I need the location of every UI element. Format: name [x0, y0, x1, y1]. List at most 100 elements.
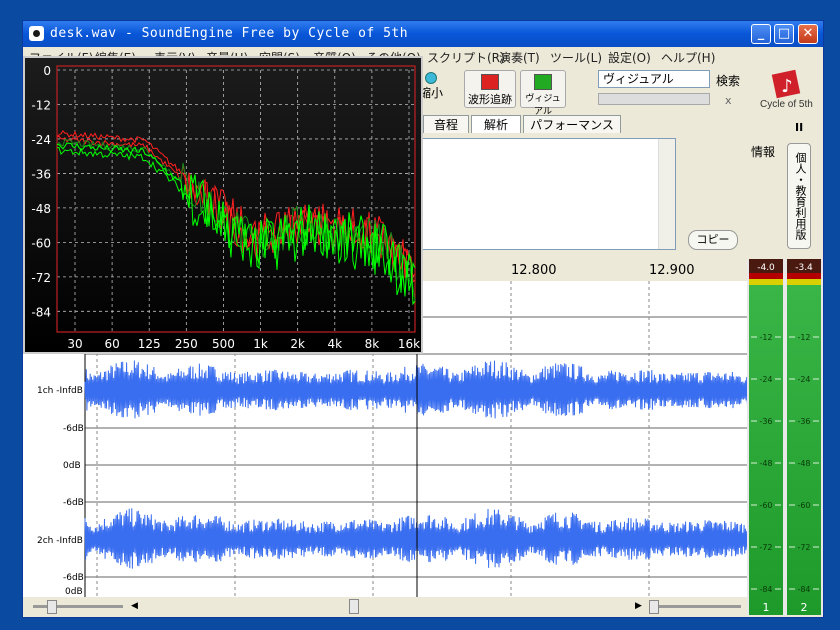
- meter-bar: [749, 259, 783, 615]
- visual-progress: [598, 93, 710, 105]
- meter-channel-label: 2: [801, 601, 808, 614]
- visual-button[interactable]: ヴィジュアル: [520, 70, 566, 117]
- app-icon[interactable]: [29, 26, 44, 41]
- tab-pitch[interactable]: 音程: [423, 115, 469, 133]
- meter-scale-label: -72: [759, 543, 772, 552]
- spectrum-y-label: -84: [31, 305, 51, 319]
- scroll-thumb[interactable]: [349, 599, 359, 614]
- meter-clip: [787, 273, 821, 279]
- meter-peak-value: -4.0: [757, 263, 775, 273]
- meter-scale-label: -36: [759, 417, 772, 426]
- level-label: -6dB: [63, 573, 84, 583]
- meter-warn: [787, 279, 821, 285]
- meter-canvas: -4.0-12-24-36-48-60-72-841-3.4-12-24-36-…: [749, 259, 821, 615]
- spectrum-y-label: -72: [31, 271, 51, 285]
- spectrum-x-label: 16k: [398, 337, 420, 351]
- meter-scale-label: -24: [797, 375, 810, 384]
- meter-scale-label: -48: [759, 459, 772, 468]
- scroll-right-arrow[interactable]: ▶: [635, 601, 642, 611]
- zoom-slider-thumb[interactable]: [47, 600, 57, 614]
- search-label[interactable]: 検索: [716, 72, 740, 89]
- window-title: desk.wav - SoundEngine Free by Cycle of …: [50, 26, 409, 41]
- meter-clip: [749, 273, 783, 279]
- spectrum-y-label: -12: [31, 98, 51, 112]
- clear-button[interactable]: x: [725, 94, 732, 107]
- waveform-track-button[interactable]: 波形追跡: [464, 70, 516, 108]
- spectrum-x-label: 2k: [290, 337, 305, 351]
- mid-label: 0dB: [63, 461, 81, 471]
- text-area-scrollbar[interactable]: [658, 139, 675, 249]
- spectrum-analyzer[interactable]: 0 -12 -24 -36 -48 -60 -72 -84 30 60 125 250 500 1k 2k 4…: [23, 56, 423, 354]
- meter-channel-2: -3.4 -12 -24 -36 -48 -60 -72 -84 2: [787, 259, 821, 615]
- meter-scale-label: -48: [797, 459, 810, 468]
- minimize-button[interactable]: _: [751, 24, 771, 44]
- meter-bar: [787, 259, 821, 615]
- meter-scale-label: -72: [797, 543, 810, 552]
- level-meters: -4.0 -12 -24 -36 -48 -60 -72 -84 1 -3.4 -12 -24 -36-…: [747, 259, 823, 615]
- tab-analysis[interactable]: 解析: [471, 115, 521, 133]
- spectrum-x-label: 60: [104, 337, 119, 351]
- cycle-of-5th-logo: ♪ Cycle of 5th: [760, 69, 813, 109]
- meter-scale-label: -12: [759, 333, 772, 342]
- visual-icon: [534, 74, 552, 90]
- spectrum-y-label: -60: [31, 236, 51, 250]
- volume-slider-thumb[interactable]: [649, 600, 659, 614]
- menu-settings[interactable]: 設定(O): [608, 49, 651, 66]
- ch1-label: 1ch -InfdB: [37, 386, 83, 396]
- app-window: desk.wav - SoundEngine Free by Cycle of …: [22, 20, 824, 618]
- personal-edu-edition-button[interactable]: 個人・教育利用版: [787, 143, 811, 249]
- waveform-ch2: [84, 508, 748, 569]
- waveform-ch1: [84, 360, 748, 419]
- visual-select[interactable]: ヴィジュアル: [598, 70, 710, 88]
- pause-button[interactable]: II: [795, 121, 803, 134]
- level-label: -6dB: [63, 424, 84, 434]
- menu-tools[interactable]: ツール(L): [550, 49, 602, 66]
- spectrum-y-label: -36: [31, 167, 51, 181]
- volume-slider-track: [651, 605, 741, 608]
- spectrum-x-label: 30: [67, 337, 82, 351]
- spectrum-y-label: -48: [31, 202, 51, 216]
- menu-play[interactable]: 演奏(T): [499, 49, 540, 66]
- bottom-label: 0dB: [65, 587, 83, 597]
- meter-warn: [749, 279, 783, 285]
- maximize-button[interactable]: □: [774, 24, 794, 44]
- spectrum-x-label: 4k: [327, 337, 342, 351]
- meter-scale-label: -60: [797, 501, 810, 510]
- copy-button[interactable]: コピー: [688, 230, 738, 250]
- waveform-track-label: 波形追跡: [468, 93, 512, 106]
- menu-help[interactable]: ヘルプ(H): [661, 49, 715, 66]
- spectrum-y-label: -24: [31, 133, 51, 147]
- spectrum-chart: 0 -12 -24 -36 -48 -60 -72 -84 30 60 125 250 500 1k 2k 4…: [25, 58, 421, 352]
- spectrum-x-label: 8k: [365, 337, 380, 351]
- close-button[interactable]: ✕: [798, 24, 818, 44]
- meter-peak-value: -3.4: [795, 263, 813, 273]
- meter-scale-label: -84: [759, 585, 772, 594]
- spectrum-y-label: 0: [43, 64, 51, 78]
- meter-scale-label: -36: [797, 417, 810, 426]
- meter-scale-label: -12: [797, 333, 810, 342]
- title-bar[interactable]: desk.wav - SoundEngine Free by Cycle of …: [23, 21, 823, 47]
- level-label: -6dB: [63, 498, 84, 508]
- spectrum-x-label: 250: [175, 337, 198, 351]
- meter-scale-label: -24: [759, 375, 772, 384]
- analysis-text-area[interactable]: [418, 138, 676, 250]
- ruler-label: 12.800: [511, 263, 557, 278]
- logo-text: Cycle of 5th: [760, 99, 813, 109]
- spectrum-x-label: 1k: [253, 337, 268, 351]
- horizontal-scrollbar[interactable]: ◀ ▶: [23, 597, 747, 615]
- svg-text:♪: ♪: [781, 76, 793, 97]
- meter-channel-1: -4.0 -12 -24 -36 -48 -60 -72 -84 1: [749, 259, 783, 615]
- scroll-left-arrow[interactable]: ◀: [131, 601, 138, 611]
- waveform-icon: [481, 74, 499, 90]
- zoom-out-icon: [425, 72, 437, 84]
- spectrum-x-label: 125: [138, 337, 161, 351]
- meter-channel-label: 1: [763, 601, 770, 614]
- spectrum-x-label: 500: [212, 337, 235, 351]
- menu-script[interactable]: スクリプト(R): [427, 49, 505, 66]
- tab-performance[interactable]: パフォーマンス: [523, 115, 621, 133]
- ch2-label: 2ch -InfdB: [37, 536, 83, 546]
- ruler-label: 12.900: [649, 263, 695, 278]
- info-label: 情報: [751, 145, 776, 159]
- meter-scale-label: -60: [759, 501, 772, 510]
- meter-scale-label: -84: [797, 585, 810, 594]
